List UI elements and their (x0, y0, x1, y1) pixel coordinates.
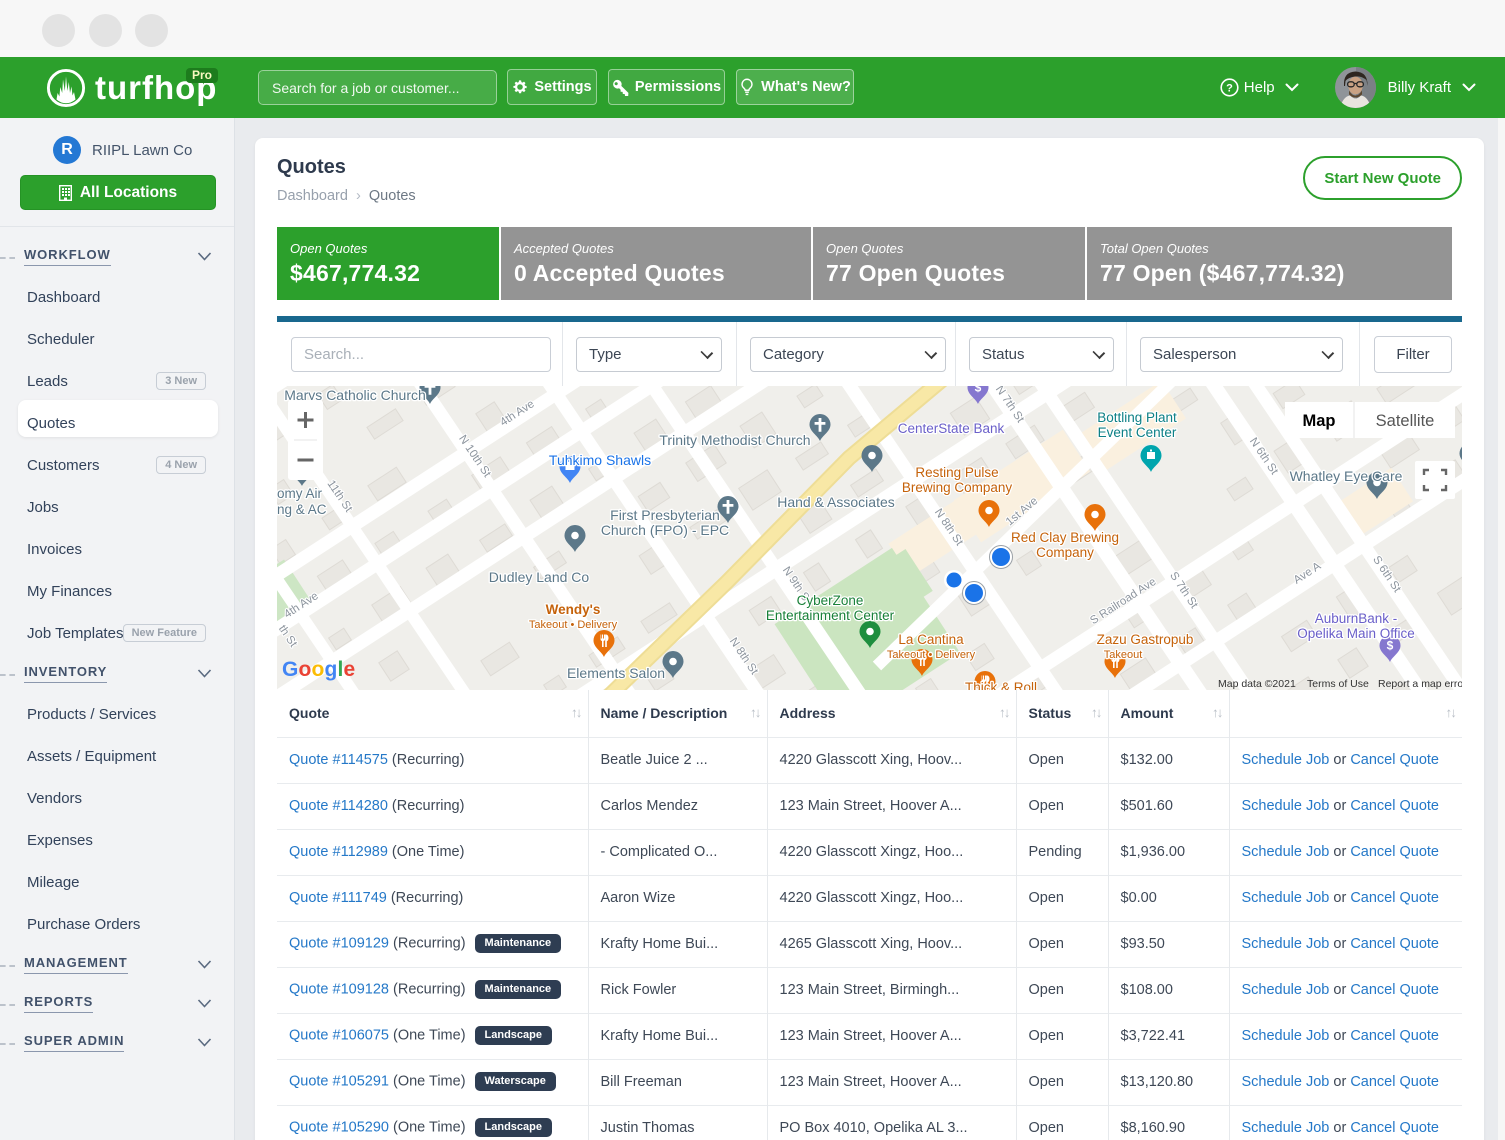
svg-text:$: $ (975, 386, 982, 395)
svg-text:Red Clay Brewing: Red Clay Brewing (1011, 530, 1119, 545)
svg-text:Hand & Associates: Hand & Associates (777, 494, 895, 510)
svg-text:Satellite: Satellite (1376, 412, 1435, 430)
svg-text:Opelika Main Office: Opelika Main Office (1297, 626, 1415, 641)
svg-text:e: e (344, 658, 356, 681)
svg-text:Church (FPO) - EPC: Church (FPO) - EPC (601, 522, 729, 538)
svg-text:AuburnBank -: AuburnBank - (1315, 611, 1398, 626)
svg-text:Entertainment Center: Entertainment Center (766, 608, 895, 623)
svg-text:Resting Pulse: Resting Pulse (915, 465, 998, 480)
svg-text:Zazu Gastropub: Zazu Gastropub (1097, 632, 1194, 647)
svg-text:Map: Map (1303, 412, 1336, 430)
svg-text:Takeout • Delivery: Takeout • Delivery (887, 649, 976, 661)
svg-text:G: G (282, 658, 298, 681)
svg-text:Wendy's: Wendy's (546, 602, 601, 617)
svg-text:ng & AC: ng & AC (277, 502, 327, 517)
svg-text:CenterState Bank: CenterState Bank (898, 421, 1005, 436)
svg-text:Trinity Methodist Church: Trinity Methodist Church (659, 432, 810, 448)
svg-text:l: l (338, 658, 344, 681)
svg-text:First Presbyterian: First Presbyterian (610, 507, 720, 523)
svg-text:Thick & Roll: Thick & Roll (965, 680, 1037, 690)
svg-text:CyberZone: CyberZone (797, 593, 864, 608)
svg-text:Whatley Eye Care: Whatley Eye Care (1290, 468, 1403, 484)
svg-text:Elements Salon: Elements Salon (567, 665, 665, 681)
svg-text:o: o (299, 658, 312, 681)
svg-text:Tuhkimo Shawls: Tuhkimo Shawls (549, 452, 651, 468)
svg-text:Event Center: Event Center (1098, 425, 1177, 440)
svg-text:Terms of Use: Terms of Use (1307, 678, 1369, 690)
svg-text:Bottling Plant: Bottling Plant (1097, 410, 1177, 425)
svg-text:Dudley Land Co: Dudley Land Co (489, 569, 590, 585)
svg-text:g: g (325, 658, 338, 681)
svg-text:Brewing Company: Brewing Company (902, 480, 1013, 495)
svg-text:?: ? (1226, 83, 1233, 95)
svg-text:omy Air: omy Air (277, 486, 323, 501)
svg-text:Takeout: Takeout (1104, 649, 1143, 661)
svg-text:Map data ©2021: Map data ©2021 (1218, 678, 1296, 690)
svg-text:Report a map error: Report a map error (1378, 678, 1462, 690)
svg-text:o: o (312, 658, 325, 681)
svg-text:La Cantina: La Cantina (898, 632, 964, 647)
svg-text:Company: Company (1036, 545, 1094, 560)
svg-text:Takeout • Delivery: Takeout • Delivery (529, 619, 618, 631)
